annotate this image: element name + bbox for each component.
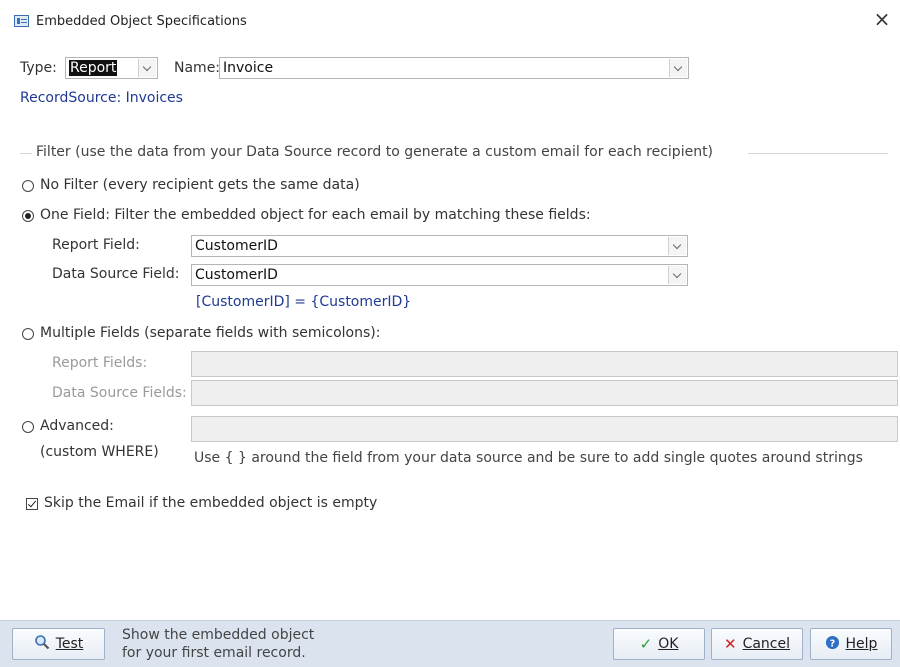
close-button[interactable]: × [868, 6, 896, 32]
advanced-sublabel: (custom WHERE) [40, 444, 159, 460]
advanced-where-input[interactable] [191, 416, 898, 442]
form-icon [14, 15, 29, 27]
test-note-line2: for your first email record. [122, 645, 306, 661]
window-title: Embedded Object Specifications [36, 13, 247, 29]
checkmark-icon: ✓ [639, 635, 653, 653]
chevron-down-icon[interactable] [138, 59, 156, 77]
recordsource-label: RecordSource: Invoices [20, 90, 183, 106]
filter-group-label: Filter (use the data from your Data Sour… [36, 144, 714, 160]
data-source-fields-label: Data Source Fields: [52, 385, 187, 401]
name-select[interactable]: Invoice [219, 57, 689, 79]
test-note-line1: Show the embedded object [122, 627, 315, 643]
help-label: Help [845, 636, 878, 652]
data-source-field-label: Data Source Field: [52, 266, 180, 282]
title-bar: Embedded Object Specifications [14, 10, 247, 32]
magnifier-icon [34, 634, 50, 654]
test-label: Test [55, 636, 84, 652]
advanced-label: Advanced: [40, 418, 114, 434]
report-fields-label: Report Fields: [52, 355, 148, 371]
data-source-fields-input[interactable] [191, 380, 898, 406]
cancel-label: Cancel [742, 636, 790, 652]
dialog-window: Embedded Object Specifications × Type: R… [0, 0, 900, 667]
group-border-right [748, 153, 888, 154]
multiple-fields-radio[interactable] [22, 328, 34, 340]
x-icon: ✕ [723, 635, 737, 653]
ok-button[interactable]: ✓ OK [613, 628, 705, 660]
multiple-fields-label: Multiple Fields (separate fields with se… [40, 325, 381, 341]
help-circle-icon: ? [825, 635, 840, 654]
type-label: Type: [20, 60, 57, 76]
group-border-left [20, 153, 32, 154]
no-filter-radio[interactable] [22, 180, 34, 192]
help-button[interactable]: ? Help [810, 628, 892, 660]
report-field-select[interactable]: CustomerID [191, 235, 688, 257]
type-value: Report [69, 60, 118, 76]
report-field-label: Report Field: [52, 237, 140, 253]
one-field-label: One Field: Filter the embedded object fo… [40, 207, 591, 223]
no-filter-label: No Filter (every recipient gets the same… [40, 177, 360, 193]
cancel-button[interactable]: ✕ Cancel [711, 628, 803, 660]
type-select[interactable]: Report [65, 57, 158, 79]
skip-empty-checkbox[interactable] [26, 498, 38, 510]
svg-text:?: ? [829, 638, 834, 649]
data-source-field-value: CustomerID [195, 267, 278, 283]
test-button[interactable]: Test [12, 628, 105, 660]
chevron-down-icon[interactable] [669, 59, 687, 77]
chevron-down-icon[interactable] [668, 266, 686, 284]
data-source-field-select[interactable]: CustomerID [191, 264, 688, 286]
ok-label: OK [658, 636, 679, 652]
report-fields-input[interactable] [191, 351, 898, 377]
chevron-down-icon[interactable] [668, 237, 686, 255]
one-field-radio[interactable] [22, 210, 34, 222]
advanced-radio[interactable] [22, 421, 34, 433]
advanced-hint: Use { } around the field from your data … [194, 450, 863, 466]
name-label: Name: [174, 60, 221, 76]
filter-expression: [CustomerID] = {CustomerID} [196, 294, 412, 310]
skip-empty-label: Skip the Email if the embedded object is… [44, 495, 378, 511]
name-value: Invoice [223, 60, 274, 76]
report-field-value: CustomerID [195, 238, 278, 254]
